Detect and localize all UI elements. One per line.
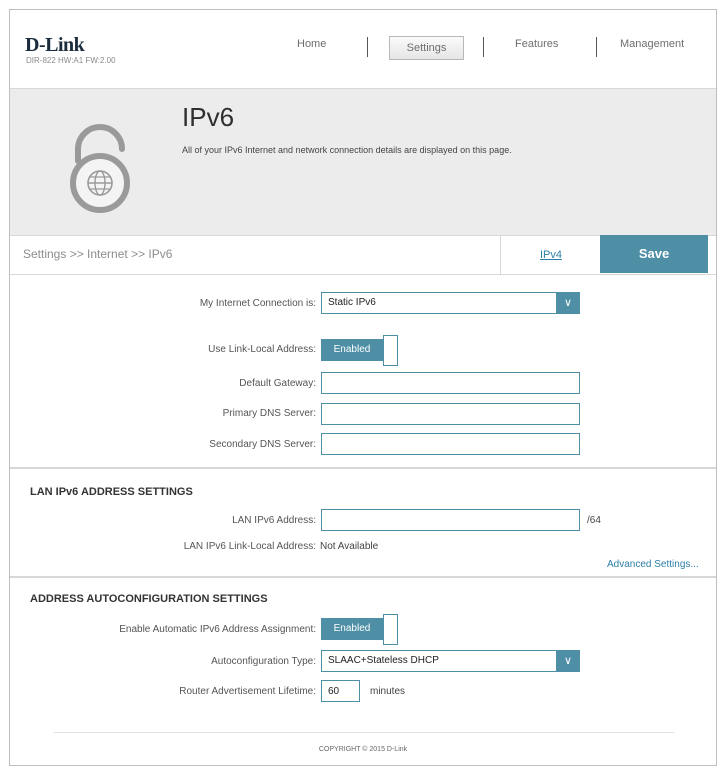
advanced-settings-link[interactable]: Advanced Settings...	[607, 559, 699, 570]
toggle-state: Enabled	[321, 339, 383, 361]
nav-home[interactable]: Home	[297, 38, 326, 50]
ipv6-globe-icon	[70, 124, 130, 213]
primary-dns-input[interactable]	[321, 403, 580, 425]
link-local-toggle[interactable]: Enabled	[321, 335, 398, 366]
footer-divider	[54, 732, 674, 733]
nav-features[interactable]: Features	[515, 38, 558, 50]
model-info: DIR-822 HW:A1 FW:2.00	[26, 56, 116, 65]
default-gateway-label: Default Gateway:	[239, 378, 316, 389]
chevron-down-icon[interactable]: ∨	[556, 650, 580, 672]
link-local-label: Use Link-Local Address:	[208, 344, 316, 355]
ra-lifetime-label: Router Advertisement Lifetime:	[179, 686, 316, 697]
lan-link-local-label: LAN IPv6 Link-Local Address:	[183, 541, 316, 552]
lan-link-local-value: Not Available	[320, 541, 379, 552]
router-admin-page: D-Link DIR-822 HW:A1 FW:2.00 Home Settin…	[9, 9, 717, 766]
ra-lifetime-input[interactable]	[321, 680, 360, 702]
toggle-knob[interactable]	[383, 614, 398, 645]
page-description: All of your IPv6 Internet and network co…	[182, 145, 512, 155]
autoconfig-type-select[interactable]: SLAAC+Stateless DHCP ∨	[321, 650, 580, 672]
copyright: COPYRIGHT © 2015 D-Link	[318, 746, 408, 753]
lan-section-title: LAN IPv6 ADDRESS SETTINGS	[30, 486, 193, 498]
connection-type-label: My Internet Connection is:	[199, 298, 316, 309]
breadcrumb-bar: Settings >> Internet >> IPv6 IPv4 Save	[10, 235, 716, 275]
nav-separator	[596, 37, 597, 57]
secondary-dns-label: Secondary DNS Server:	[209, 439, 316, 450]
dlink-logo[interactable]: D-Link	[25, 34, 85, 57]
default-gateway-input[interactable]	[321, 372, 580, 394]
ipv4-link[interactable]: IPv4	[500, 236, 601, 274]
auto-assign-label: Enable Automatic IPv6 Address Assignment…	[119, 624, 316, 635]
section-divider	[10, 467, 716, 469]
nav-management[interactable]: Management	[620, 38, 684, 50]
chevron-down-icon[interactable]: ∨	[556, 292, 580, 314]
toggle-knob[interactable]	[383, 335, 398, 366]
secondary-dns-input[interactable]	[321, 433, 580, 455]
prefix-length: /64	[587, 515, 601, 526]
ra-lifetime-unit: minutes	[370, 686, 406, 697]
primary-dns-label: Primary DNS Server:	[222, 408, 316, 419]
top-bar: D-Link DIR-822 HW:A1 FW:2.00 Home Settin…	[10, 10, 716, 88]
nav-separator	[483, 37, 484, 57]
autoconfig-type-value: SLAAC+Stateless DHCP	[328, 655, 439, 666]
page-title: IPv6	[182, 102, 235, 132]
lan-address-input[interactable]	[321, 509, 580, 531]
toggle-state: Enabled	[321, 618, 383, 640]
autoconfig-type-label: Autoconfiguration Type:	[211, 656, 316, 667]
connection-type-value: Static IPv6	[328, 297, 376, 308]
lan-address-label: LAN IPv6 Address:	[232, 515, 316, 526]
section-divider	[10, 576, 716, 578]
breadcrumb: Settings >> Internet >> IPv6	[23, 247, 173, 261]
auto-assign-toggle[interactable]: Enabled	[321, 614, 398, 645]
autoconfig-section-title: ADDRESS AUTOCONFIGURATION SETTINGS	[30, 593, 268, 605]
nav-settings[interactable]: Settings	[389, 36, 464, 60]
save-button[interactable]: Save	[600, 235, 708, 273]
nav-separator	[367, 37, 368, 57]
page-header: IPv6 All of your IPv6 Internet and netwo…	[10, 88, 716, 236]
connection-type-select[interactable]: Static IPv6 ∨	[321, 292, 580, 314]
